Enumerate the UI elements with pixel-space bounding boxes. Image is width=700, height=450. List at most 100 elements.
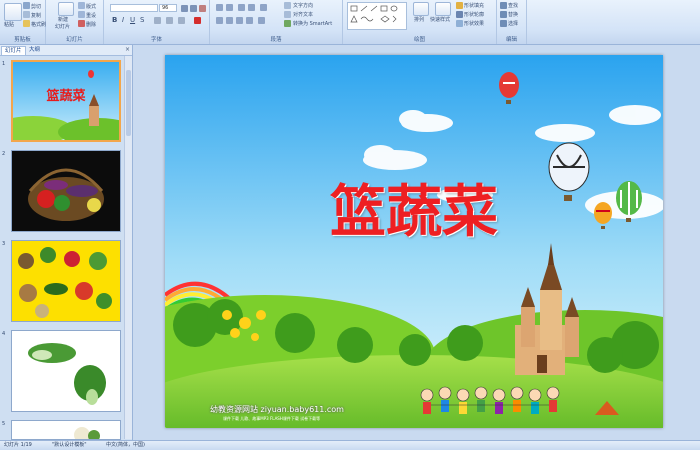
slide-thumbnail-1-title: 篮蔬菜 [46, 89, 86, 104]
drawing-group: 排列 快速样式 形状填充 形状轮廓 形状效果 绘图 [343, 0, 497, 44]
shrink-font-icon[interactable] [190, 5, 197, 12]
slide-thumbnail-5[interactable] [11, 420, 121, 440]
shape-effects-icon[interactable] [456, 20, 463, 27]
align-left-icon[interactable] [216, 17, 223, 24]
justify-icon[interactable] [246, 17, 253, 24]
slide-number-3: 3 [2, 241, 6, 247]
shape-fill-icon[interactable] [456, 2, 463, 9]
align-text-button[interactable]: 对齐文本 [293, 11, 313, 18]
slide-number-5: 5 [2, 421, 6, 427]
slides-pane: 幻灯片 大纲 × 1 篮蔬菜 2 3 4 5 [0, 45, 133, 440]
numbering-icon[interactable] [226, 4, 233, 11]
quick-styles-button[interactable]: 快速样式 [430, 16, 450, 23]
find-icon[interactable] [500, 2, 507, 9]
layout-icon[interactable] [78, 2, 85, 9]
clipboard-group-label: 剪贴板 [14, 37, 31, 43]
columns-icon[interactable] [258, 17, 265, 24]
text-direction-icon[interactable] [284, 2, 291, 9]
slide-thumbnail-4[interactable] [11, 330, 121, 412]
format-painter-button[interactable]: 格式刷 [31, 21, 46, 28]
increase-indent-icon[interactable] [248, 4, 255, 11]
drawing-group-label: 绘图 [413, 37, 425, 43]
reset-button[interactable]: 重设 [86, 12, 96, 19]
quick-styles-icon[interactable] [435, 2, 451, 16]
shape-effects-button[interactable]: 形状效果 [464, 20, 484, 27]
line-spacing-icon[interactable] [260, 4, 267, 11]
watermark-text: 幼教资源网站 ziyuan.baby611.com [210, 405, 344, 414]
tab-slides[interactable]: 幻灯片 [1, 46, 26, 55]
shape-outline-icon[interactable] [456, 11, 463, 18]
case-icon[interactable] [178, 17, 185, 24]
smartart-button[interactable]: 转换为 SmartArt [293, 20, 332, 27]
paste-button[interactable]: 粘贴 [4, 21, 14, 28]
align-center-icon[interactable] [226, 17, 233, 24]
font-name-combo[interactable] [110, 4, 158, 12]
slide-thumbnail-2[interactable] [11, 150, 121, 232]
font-group-label: 字体 [150, 37, 162, 43]
layout-button[interactable]: 版式 [86, 3, 96, 10]
bold-icon[interactable]: B [112, 16, 117, 24]
bok-choy-image [12, 331, 120, 411]
spacing-icon[interactable] [166, 17, 173, 24]
vegetables-collage-image [12, 241, 120, 321]
grow-font-icon[interactable] [181, 5, 188, 12]
delete-button[interactable]: 删除 [86, 21, 96, 28]
copy-button[interactable]: 复制 [31, 12, 41, 19]
format-painter-icon[interactable] [23, 20, 30, 27]
arrange-button[interactable]: 排列 [414, 16, 424, 23]
scrollbar-thumb[interactable] [126, 70, 131, 136]
smartart-icon[interactable] [284, 20, 291, 27]
slides-group: 新建 幻灯片 版式 重设 删除 幻灯片 [46, 0, 104, 44]
text-direction-button[interactable]: 文字方向 [293, 2, 313, 9]
shapes-gallery-icons [350, 5, 398, 23]
strike-icon[interactable]: S [140, 16, 144, 24]
clear-format-icon[interactable] [199, 5, 206, 12]
clipboard-group: 粘贴 剪切 复制 格式刷 剪贴板 [0, 0, 46, 44]
new-slide-icon[interactable] [58, 2, 74, 16]
slide-number-4: 4 [2, 331, 6, 337]
bullets-icon[interactable] [216, 4, 223, 11]
new-slide-button-line2[interactable]: 幻灯片 [55, 23, 70, 30]
shape-outline-button[interactable]: 形状轮廓 [464, 11, 484, 18]
reset-icon[interactable] [78, 11, 85, 18]
current-slide[interactable]: 篮蔬菜 幼教资源网站 ziyuan.baby611.com 课件下载 儿歌、故事… [165, 55, 663, 428]
paragraph-group: 文字方向 对齐文本 转换为 SmartArt 段落 [210, 0, 343, 44]
copy-icon[interactable] [23, 11, 30, 18]
select-button[interactable]: 选择 [508, 20, 518, 27]
italic-icon[interactable]: I [122, 16, 124, 24]
font-size-combo[interactable]: 96 [159, 4, 177, 12]
slide-number-2: 2 [2, 151, 6, 157]
slides-pane-scrollbar[interactable] [124, 56, 132, 439]
shadow-icon[interactable] [154, 17, 161, 24]
arrange-icon[interactable] [413, 2, 429, 16]
close-icon[interactable]: × [125, 46, 130, 53]
shapes-gallery[interactable] [347, 2, 407, 30]
ribbon: 粘贴 剪切 复制 格式刷 剪贴板 新建 幻灯片 版式 重设 删除 幻灯片 96 … [0, 0, 700, 45]
new-slide-button[interactable]: 新建 [58, 16, 68, 23]
delete-icon[interactable] [78, 20, 85, 27]
editing-group: 查找 替换 选择 编辑 [497, 0, 527, 44]
vegetable-basket-image [12, 151, 120, 231]
replace-icon[interactable] [500, 11, 507, 18]
paragraph-group-label: 段落 [270, 37, 282, 43]
tab-outline[interactable]: 大纲 [26, 46, 43, 54]
shape-fill-button[interactable]: 形状填充 [464, 2, 484, 9]
find-button[interactable]: 查找 [508, 2, 518, 9]
paste-icon[interactable] [4, 3, 22, 21]
align-right-icon[interactable] [236, 17, 243, 24]
slide-number-1: 1 [2, 61, 6, 67]
slide-title[interactable]: 篮蔬菜 [165, 167, 663, 248]
font-color-icon[interactable] [194, 17, 201, 24]
cut-icon[interactable] [23, 2, 30, 9]
underline-icon[interactable]: U [130, 16, 135, 24]
slide-thumbnail-3[interactable] [11, 240, 121, 322]
editing-group-label: 编辑 [505, 37, 517, 43]
cut-button[interactable]: 剪切 [31, 3, 41, 10]
align-text-icon[interactable] [284, 11, 291, 18]
decrease-indent-icon[interactable] [238, 4, 245, 11]
slides-group-label: 幻灯片 [66, 37, 83, 43]
replace-button[interactable]: 替换 [508, 11, 518, 18]
select-icon[interactable] [500, 20, 507, 27]
cauliflower-image [74, 427, 100, 439]
slide-thumbnail-1[interactable]: 篮蔬菜 [11, 60, 121, 142]
